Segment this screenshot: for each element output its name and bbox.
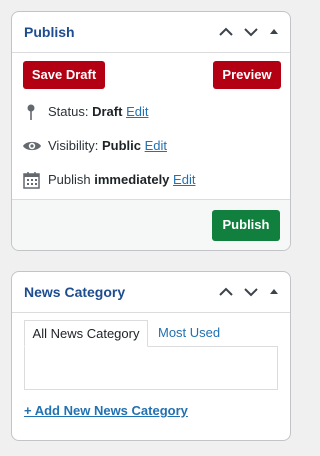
status-edit-link[interactable]: Edit [126, 104, 148, 119]
pin-icon [22, 103, 42, 121]
publish-panel-title: Publish [24, 24, 75, 40]
publish-actions: Publish [12, 199, 290, 250]
chevron-down-icon[interactable] [242, 24, 260, 40]
status-label: Status: [48, 104, 89, 119]
visibility-edit-link[interactable]: Edit [145, 138, 167, 153]
publish-panel-header: Publish [12, 12, 290, 53]
schedule-value: immediately [94, 172, 170, 187]
eye-icon [22, 137, 42, 155]
publish-button[interactable]: Publish [212, 210, 280, 241]
tab-most-used[interactable]: Most Used [158, 320, 220, 347]
triangle-up-icon[interactable] [268, 24, 280, 40]
preview-button[interactable]: Preview [213, 61, 281, 89]
calendar-icon [22, 171, 42, 189]
publish-panel: Publish Save Draft Preview Status: Draft… [11, 11, 291, 251]
schedule-edit-link[interactable]: Edit [173, 172, 195, 187]
news-category-panel: News Category All News Category Most Use… [11, 271, 291, 441]
triangle-up-icon[interactable] [268, 284, 280, 300]
save-draft-button[interactable]: Save Draft [23, 61, 105, 89]
status-value: Draft [92, 104, 123, 119]
visibility-value: Public [101, 138, 141, 153]
category-checklist [24, 346, 278, 390]
chevron-up-icon[interactable] [217, 24, 235, 40]
add-new-category-link[interactable]: + Add New News Category [24, 403, 188, 418]
chevron-down-icon[interactable] [242, 284, 260, 300]
chevron-up-icon[interactable] [217, 284, 235, 300]
visibility-label: Visibility: [48, 138, 99, 153]
news-category-panel-title: News Category [24, 284, 126, 300]
schedule-label: Publish [48, 172, 91, 187]
tab-all-news-category[interactable]: All News Category [24, 320, 148, 347]
news-category-panel-header: News Category [12, 272, 290, 313]
